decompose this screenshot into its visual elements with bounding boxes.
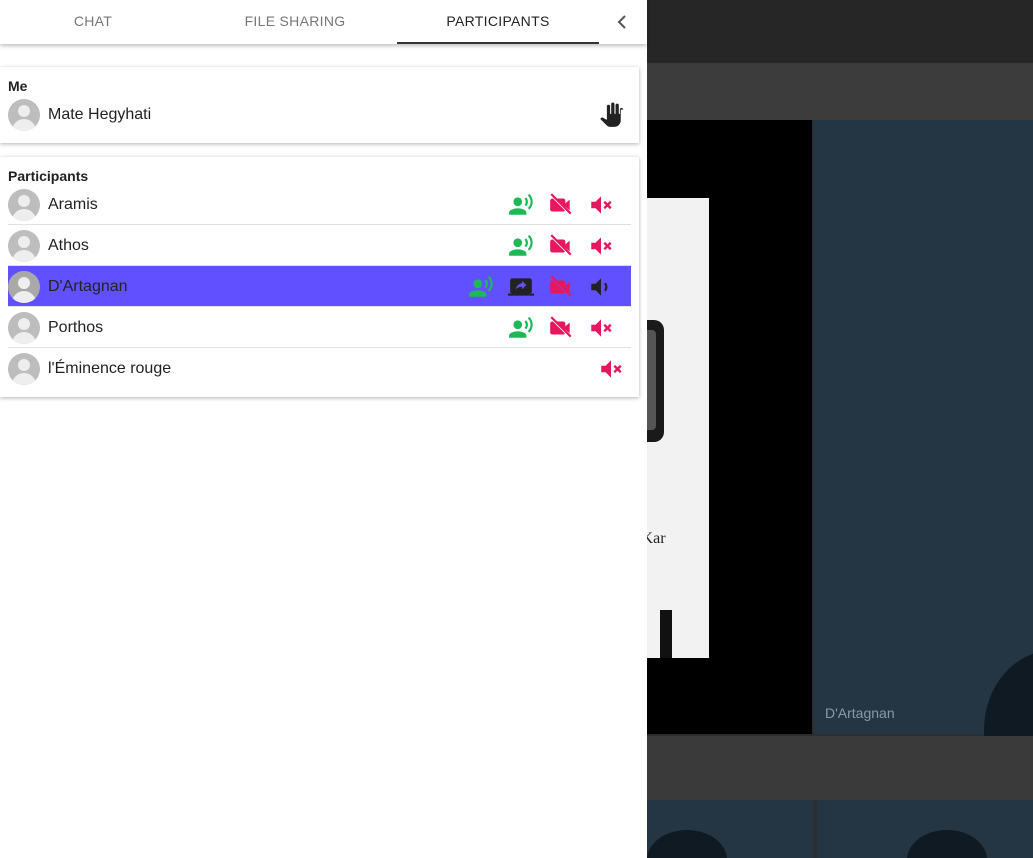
participant-row[interactable]: Aramis — [8, 184, 631, 225]
volume-off-icon[interactable] — [588, 192, 614, 218]
side-panel: CHAT FILE SHARING PARTICIPANTS Me Mate H… — [0, 0, 647, 858]
speaking-icon[interactable] — [508, 315, 534, 341]
raise-hand-icon[interactable] — [598, 102, 624, 128]
participants-section-title: Participants — [8, 168, 89, 184]
participant-name: Athos — [48, 237, 89, 254]
video-off-icon[interactable] — [548, 192, 574, 218]
me-section-title: Me — [8, 78, 28, 94]
volume-off-icon[interactable] — [588, 315, 614, 341]
video-tile-label: D'Artagnan — [825, 705, 895, 721]
participant-row[interactable]: Athos — [8, 225, 631, 266]
chevron-left-icon[interactable] — [608, 10, 636, 34]
participant-name: Aramis — [48, 196, 98, 213]
me-card: Me Mate Hegyhati — [0, 67, 639, 143]
volume-off-icon[interactable] — [598, 356, 624, 382]
video-off-icon[interactable] — [548, 233, 574, 259]
speaking-icon[interactable] — [508, 192, 534, 218]
speaking-icon[interactable] — [468, 274, 494, 300]
participant-row[interactable]: l'Éminence rouge — [8, 348, 631, 389]
video-off-icon[interactable] — [548, 315, 574, 341]
me-name: Mate Hegyhati — [48, 106, 152, 123]
avatar — [8, 230, 40, 262]
tab-bar: CHAT FILE SHARING PARTICIPANTS — [0, 0, 647, 44]
avatar — [8, 99, 40, 131]
screen-share-icon[interactable] — [508, 274, 534, 300]
avatar — [8, 189, 40, 221]
participant-name: l'Éminence rouge — [48, 360, 172, 377]
avatar — [8, 312, 40, 344]
thumbnail-tile[interactable] — [647, 800, 813, 858]
avatar — [8, 353, 40, 385]
volume-off-icon[interactable] — [588, 233, 614, 259]
participants-card: Participants Aramis Athos D'Artagnan Por… — [0, 157, 639, 397]
tab-participants[interactable]: PARTICIPANTS — [397, 0, 599, 44]
video-off-icon[interactable] — [548, 274, 574, 300]
tab-chat[interactable]: CHAT — [0, 0, 194, 44]
speaking-icon[interactable] — [508, 233, 534, 259]
participant-row-selected[interactable]: D'Artagnan — [8, 266, 631, 307]
video-tile[interactable] — [814, 120, 1033, 810]
participant-name: D'Artagnan — [48, 278, 128, 295]
thumbnail-tile[interactable] — [817, 800, 1033, 858]
me-row: Mate Hegyhati — [8, 94, 631, 135]
tab-file-sharing[interactable]: FILE SHARING — [194, 0, 396, 44]
participant-name: Porthos — [48, 319, 104, 336]
volume-on-icon[interactable] — [588, 274, 614, 300]
participant-row[interactable]: Porthos — [8, 307, 631, 348]
dark-bar — [660, 610, 672, 658]
avatar — [8, 271, 40, 303]
